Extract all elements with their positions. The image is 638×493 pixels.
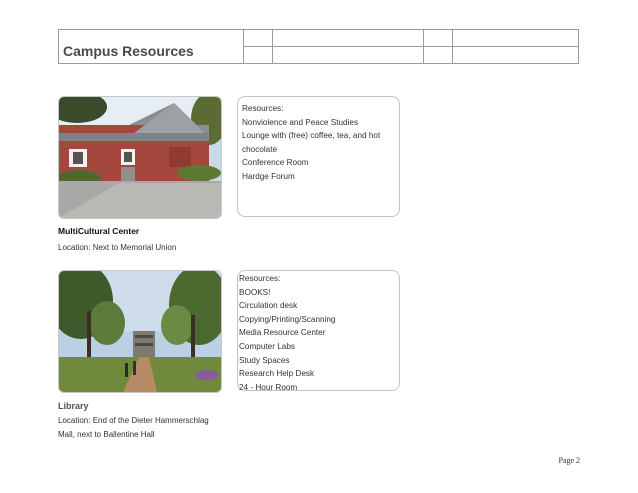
- header-cell: [423, 46, 453, 64]
- resource-item: Study Spaces: [239, 355, 290, 365]
- library-location-line: Mall, next to Ballentine Hall: [58, 429, 155, 439]
- resource-item: Copying/Printing/Scanning: [239, 314, 336, 324]
- header-cell: [423, 29, 453, 47]
- library-location: Location: End of the Dieter Hammerschlag…: [58, 414, 209, 441]
- header-cell: [452, 29, 579, 47]
- resource-item: Media Resource Center: [239, 328, 326, 338]
- resource-item: Computer Labs: [239, 341, 295, 351]
- page-number: Page 2: [558, 456, 580, 465]
- header-cell: [272, 46, 424, 64]
- library-photo: [58, 270, 222, 393]
- library-location-line: Location: End of the Dieter Hammerschlag: [58, 416, 209, 425]
- resource-item: Research Help Desk: [239, 369, 315, 379]
- multicultural-center-location: Location: Next to Memorial Union: [58, 243, 177, 252]
- multicultural-resources-box: Resources: Nonviolence and Peace Studies…: [237, 96, 400, 217]
- multicultural-center-title: MultiCultural Center: [58, 226, 140, 236]
- resource-item: 24 - Hour Room: [239, 382, 298, 392]
- page-title: Campus Resources: [58, 29, 244, 64]
- resource-item: chocolate: [242, 144, 278, 154]
- header-cell: [272, 29, 424, 47]
- header-cell: [243, 46, 273, 64]
- header-cell: [452, 46, 579, 64]
- resource-item: Resources:: [242, 104, 284, 113]
- resource-item: Conference Room: [242, 158, 309, 168]
- header-table: Campus Resources: [58, 29, 579, 64]
- multicultural-center-photo: [58, 96, 222, 219]
- resource-item: Circulation desk: [239, 301, 298, 311]
- resource-item: BOOKS!: [239, 287, 271, 297]
- header-cell: [243, 29, 273, 47]
- library-resources-box: Resources: BOOKS! Circulation desk Copyi…: [237, 270, 400, 392]
- library-title: Library: [58, 401, 89, 411]
- resource-item: Hardge Forum: [242, 171, 295, 181]
- resource-item: Resources:: [239, 274, 281, 283]
- resource-item: Lounge with (free) coffee, tea, and hot: [242, 131, 381, 141]
- resource-item: Nonviolence and Peace Studies: [242, 117, 359, 127]
